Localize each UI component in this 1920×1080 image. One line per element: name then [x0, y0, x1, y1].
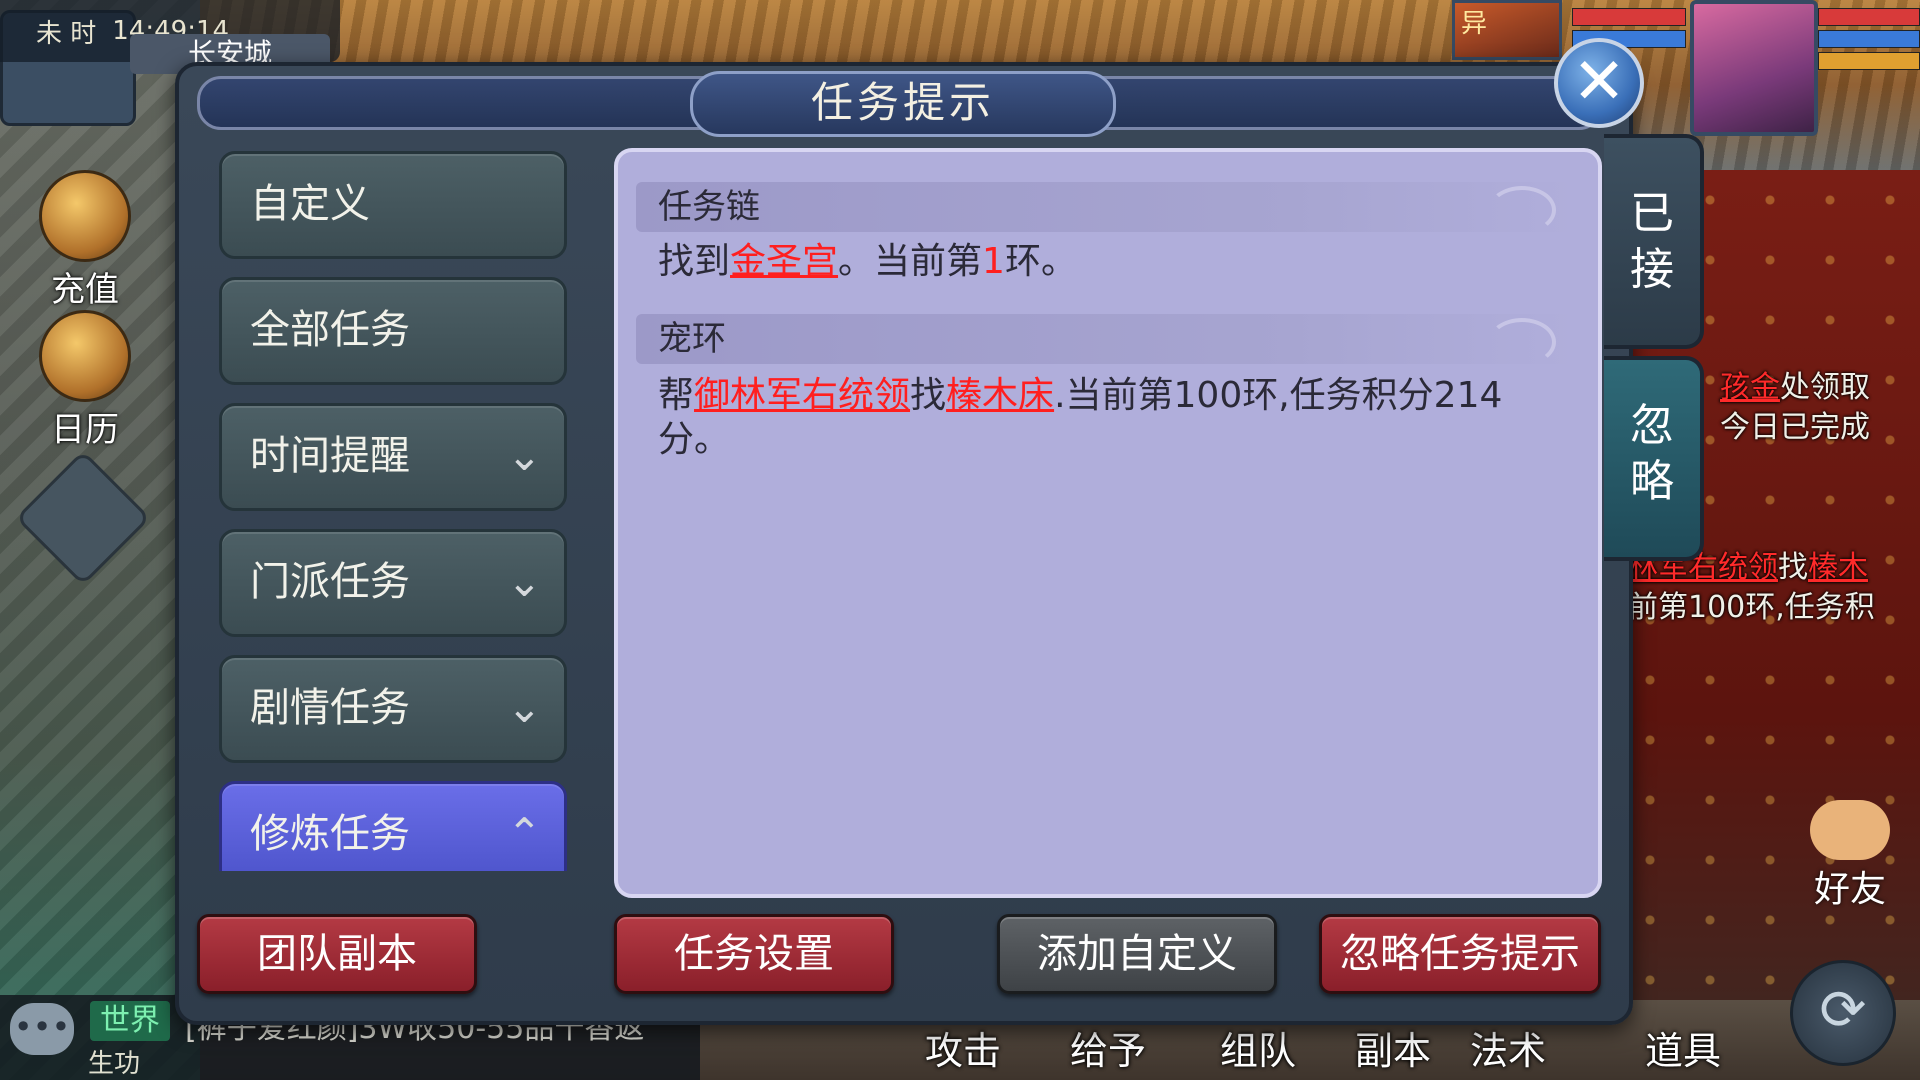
category-custom[interactable]: 自定义 — [219, 151, 567, 259]
friends-button[interactable]: 好友 — [1790, 800, 1910, 920]
menu-skills[interactable]: 法术 — [1470, 1020, 1546, 1075]
player-hp-bar — [1818, 8, 1920, 26]
hint-text: 处领取 — [1780, 370, 1870, 405]
pet-avatar[interactable]: 异 — [1452, 0, 1562, 60]
task-tracker-hint-1[interactable]: 孩金处领取 今日已完成 — [1720, 368, 1920, 448]
text: 。当前第 — [838, 241, 983, 282]
hint-link[interactable]: 孩金 — [1720, 370, 1780, 405]
category-label: 时间提醒 — [250, 433, 410, 479]
recharge-button[interactable]: 充值 — [25, 170, 145, 311]
recharge-label: 充值 — [51, 270, 119, 310]
gong-icon — [39, 310, 131, 402]
dialog-title: 任务提示 — [690, 71, 1116, 137]
chevron-down-icon: ⌄ — [506, 683, 542, 732]
handshake-icon — [1810, 800, 1890, 860]
category-label: 剧情任务 — [250, 685, 410, 731]
chevron-down-icon: ⌄ — [506, 431, 542, 480]
chat-sub: 生功 — [88, 1049, 141, 1079]
item-link[interactable]: 榛木床 — [946, 375, 1054, 416]
task-chain-description: 找到金圣宫。当前第1环。 — [658, 240, 1568, 284]
player-sp-bar — [1818, 52, 1920, 70]
text: 找 — [910, 375, 947, 416]
calendar-label: 日历 — [51, 410, 119, 450]
friends-label: 好友 — [1813, 869, 1886, 910]
hint-text: 今日已完成 — [1720, 410, 1870, 445]
category-label: 门派任务 — [250, 559, 410, 605]
ignore-task-hint-button[interactable]: 忽略任务提示 — [1319, 914, 1601, 994]
task-settings-button[interactable]: 任务设置 — [614, 914, 894, 994]
cloud-swirl-icon — [1488, 186, 1556, 234]
category-cultivation-tasks[interactable]: 修炼任务 ⌃ — [219, 781, 567, 871]
menu-items[interactable]: 道具 — [1645, 1020, 1721, 1075]
hint-text: 前第100环,任务积 — [1628, 590, 1875, 625]
menu-team[interactable]: 组队 — [1220, 1020, 1296, 1075]
refresh-icon[interactable]: ⟳ — [1790, 960, 1896, 1066]
text: 帮 — [658, 375, 695, 416]
calendar-button[interactable]: 日历 — [25, 310, 145, 451]
chat-channel[interactable]: 世界 — [90, 1001, 170, 1041]
section-header-pet-ring: 宠环 — [636, 314, 1576, 366]
treasure-icon — [39, 170, 131, 262]
cloud-swirl-icon — [1488, 318, 1556, 366]
category-label: 修炼任务 — [250, 811, 410, 857]
team-dungeon-button[interactable]: 团队副本 — [197, 914, 477, 994]
task-hint-dialog: 任务提示 ✕ 自定义 全部任务 时间提醒 ⌄ 门派任务 ⌄ 剧情任务 ⌄ 修炼任… — [175, 38, 1704, 1025]
tab-label: 已接 — [1630, 188, 1674, 295]
ring-number: 1 — [982, 241, 1005, 282]
menu-give[interactable]: 给予 — [1070, 1020, 1146, 1075]
category-story-tasks[interactable]: 剧情任务 ⌄ — [219, 655, 567, 763]
player-mp-bar — [1818, 30, 1920, 48]
category-sect-tasks[interactable]: 门派任务 ⌄ — [219, 529, 567, 637]
task-detail-panel[interactable]: 任务链 找到金圣宫。当前第1环。 宠环 帮御林军右统领找榛木床.当前第100环,… — [614, 148, 1602, 898]
text: 环。 — [1004, 241, 1077, 282]
category-label: 全部任务 — [250, 307, 410, 353]
pet-ring-description: 帮御林军右统领找榛木床.当前第100环,任务积分214分。 — [658, 374, 1568, 462]
hint-link[interactable]: 榛木 — [1808, 550, 1868, 585]
hint-text: 找 — [1778, 550, 1808, 585]
category-label: 自定义 — [250, 181, 370, 227]
chevron-down-icon: ⌄ — [506, 557, 542, 606]
title-bar: 任务提示 — [197, 71, 1603, 137]
player-avatar[interactable] — [1690, 0, 1818, 136]
tab-label: 忽略 — [1630, 400, 1674, 507]
close-icon[interactable]: ✕ — [1554, 38, 1644, 128]
pet-hp-bar — [1572, 8, 1686, 26]
add-custom-button[interactable]: 添加自定义 — [997, 914, 1277, 994]
menu-dungeon[interactable]: 副本 — [1355, 1020, 1431, 1075]
section-title: 宠环 — [658, 319, 726, 359]
chat-bubble-icon[interactable]: ••• — [10, 1003, 74, 1055]
npc-link[interactable]: 御林军右统领 — [694, 375, 910, 416]
location-link[interactable]: 金圣宫 — [730, 241, 838, 282]
pet-tag: 异 — [1461, 9, 1488, 39]
category-time-reminder[interactable]: 时间提醒 ⌄ — [219, 403, 567, 511]
category-list[interactable]: 自定义 全部任务 时间提醒 ⌄ 门派任务 ⌄ 剧情任务 ⌄ 修炼任务 ⌃ — [219, 151, 569, 871]
category-all-tasks[interactable]: 全部任务 — [219, 277, 567, 385]
text: 找到 — [658, 241, 731, 282]
time-period: 未 时 — [36, 18, 97, 49]
tab-ignore[interactable]: 忽略 — [1604, 356, 1704, 561]
section-title: 任务链 — [658, 187, 760, 227]
tab-accepted[interactable]: 已接 — [1604, 134, 1704, 349]
chevron-up-icon: ⌃ — [506, 809, 542, 858]
section-header-task-chain: 任务链 — [636, 182, 1576, 234]
menu-attack[interactable]: 攻击 — [925, 1020, 1001, 1075]
